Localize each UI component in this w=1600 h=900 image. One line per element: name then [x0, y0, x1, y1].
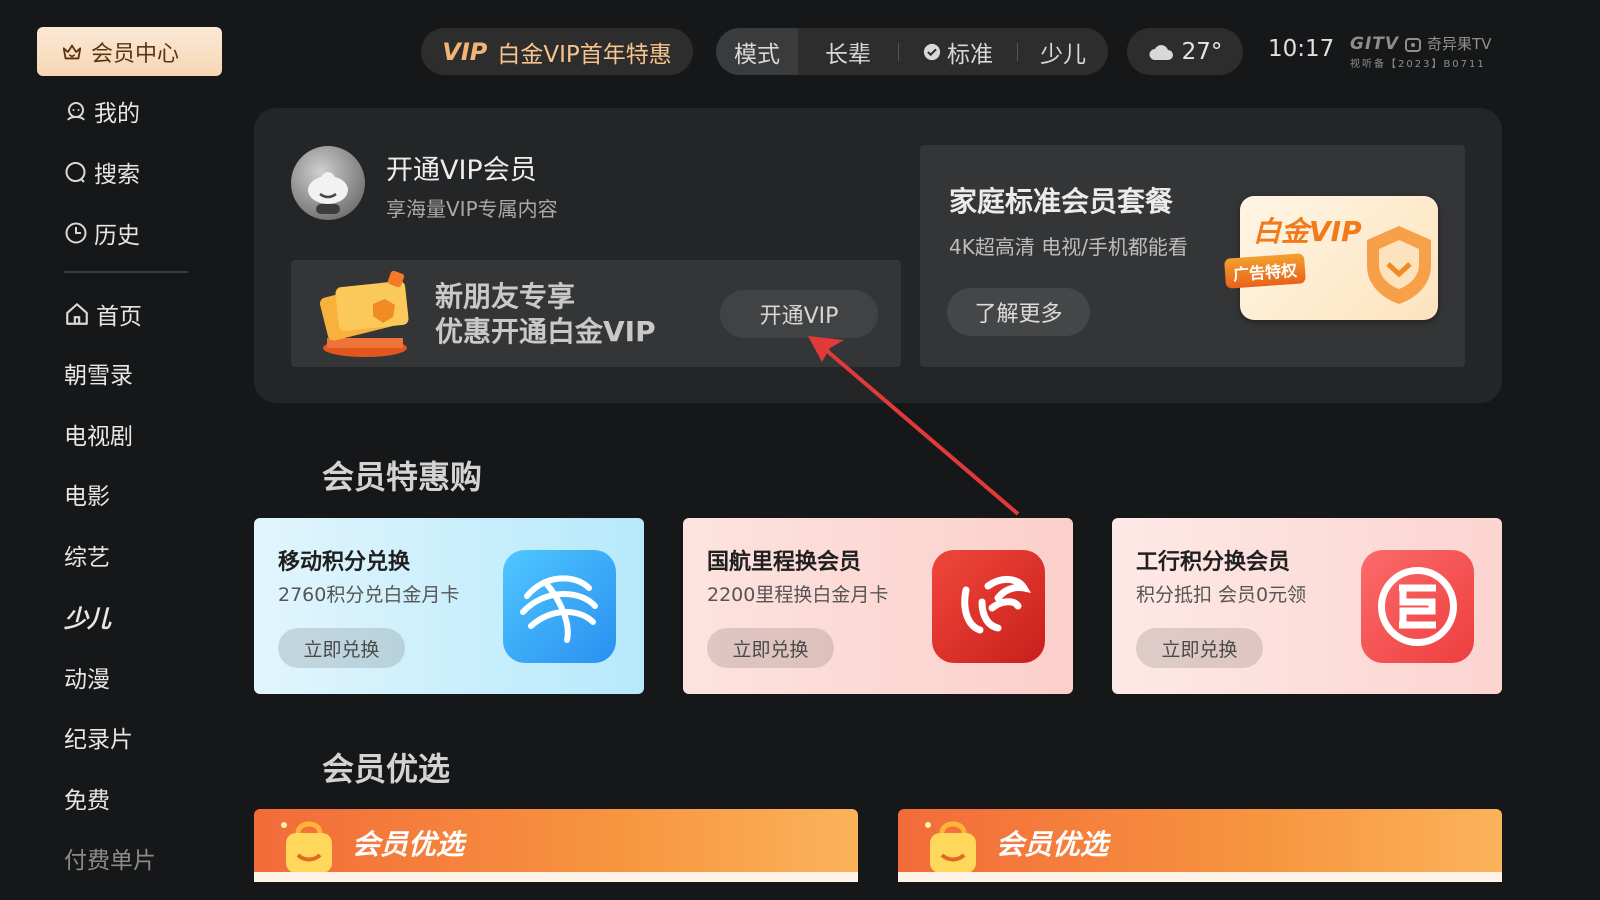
sidebar-item-search[interactable]: 搜索 — [64, 155, 140, 189]
family-plan-subtitle: 4K超高清 电视/手机都能看 — [949, 235, 1188, 259]
deal-title: 移动积分兑换 — [278, 550, 411, 575]
sidebar-item-label: 付费单片 — [64, 848, 156, 874]
member-picks-banner[interactable]: 会员优选 — [254, 809, 858, 882]
banner-content-edge — [898, 872, 1502, 882]
sidebar-item-label: 会员中心 — [91, 41, 180, 67]
vip-title: 开通VIP会员 — [386, 155, 537, 186]
brand-name: 奇异果TV — [1427, 35, 1492, 53]
deals-section-title: 会员特惠购 — [322, 458, 483, 496]
redeem-button[interactable]: 立即兑换 — [1136, 628, 1263, 668]
redeem-button[interactable]: 立即兑换 — [707, 628, 834, 668]
deal-title: 国航里程换会员 — [707, 550, 862, 575]
sidebar-item-mine[interactable]: 我的 — [64, 94, 140, 128]
deal-card-airchina[interactable]: 国航里程换会员 2200里程换白金月卡 立即兑换 — [683, 518, 1073, 694]
sidebar-item-movie[interactable]: 电影 — [64, 477, 110, 511]
sidebar-item-label: 朝雪录 — [64, 363, 133, 389]
ad-privilege-tag: 广告特权 — [1224, 253, 1306, 289]
sidebar-item-home[interactable]: 首页 — [64, 297, 142, 331]
vip-cards-illustration — [319, 270, 409, 357]
mode-kids[interactable]: 少儿 — [1018, 28, 1108, 75]
vip-badge: VIP — [442, 37, 488, 66]
vip-card-label: 白金VIP — [1253, 215, 1362, 248]
temperature: 27° — [1181, 38, 1223, 65]
china-mobile-logo — [503, 550, 616, 663]
sidebar-item-label: 首页 — [96, 304, 142, 330]
clock-time: 10:17 — [1268, 36, 1335, 62]
banner-content-edge — [254, 872, 858, 882]
gitv-logo: GITV — [1350, 33, 1400, 54]
promo-line-1: 新朋友专享 — [435, 280, 576, 313]
picks-section-title: 会员优选 — [322, 750, 451, 788]
sidebar-item-kids[interactable]: 少儿 — [64, 599, 111, 633]
cloud-icon — [1149, 44, 1173, 60]
member-picks-banner[interactable]: 会员优选 — [898, 809, 1502, 882]
banner-label: 会员优选 — [996, 828, 1109, 861]
weather-widget[interactable]: 27° — [1127, 28, 1243, 75]
deal-title: 工行积分换会员 — [1136, 550, 1291, 575]
vip-promo-text: 白金VIP首年特惠 — [497, 41, 672, 68]
search-icon — [65, 162, 86, 183]
sidebar-item-label: 少儿 — [64, 604, 111, 633]
sidebar-item-label: 综艺 — [64, 545, 110, 571]
mode-elder-label: 长辈 — [825, 41, 871, 68]
mode-standard-label: 标准 — [947, 41, 993, 68]
fruit-logo-icon — [1405, 37, 1422, 52]
learn-more-button[interactable]: 了解更多 — [947, 288, 1090, 336]
crown-icon — [62, 44, 82, 59]
check-circle-icon — [923, 43, 941, 60]
home-icon — [66, 303, 88, 325]
sidebar-item-label: 电视剧 — [64, 424, 133, 450]
platinum-vip-card-illustration: 白金VIP 广告特权 — [1224, 196, 1441, 324]
sidebar-item-label: 搜索 — [94, 162, 140, 188]
sidebar-item-paid[interactable]: 付费单片 — [64, 841, 156, 875]
sidebar-item-label: 电影 — [64, 484, 110, 510]
banner-label: 会员优选 — [352, 828, 465, 861]
sidebar-divider — [64, 271, 188, 273]
user-icon — [67, 102, 85, 121]
sidebar-item-anime[interactable]: 动漫 — [64, 660, 110, 694]
promo-text: 新朋友专享 优惠开通白金VIP — [435, 279, 656, 349]
sidebar-item-label: 动漫 — [64, 667, 110, 693]
vip-subtitle: 享海量VIP专属内容 — [386, 197, 558, 221]
sidebar-item-documentary[interactable]: 纪录片 — [64, 720, 133, 754]
deal-subtitle: 2760积分兑白金月卡 — [278, 584, 460, 606]
deal-card-icbc[interactable]: 工行积分换会员 积分抵扣 会员0元领 立即兑换 — [1112, 518, 1502, 694]
avatar — [291, 146, 365, 220]
deal-card-mobile[interactable]: 移动积分兑换 2760积分兑白金月卡 立即兑换 — [254, 518, 644, 694]
sidebar-item-history[interactable]: 历史 — [64, 216, 140, 250]
sidebar-item-series-feature[interactable]: 朝雪录 — [64, 356, 133, 390]
sidebar-item-label: 纪录片 — [64, 727, 133, 753]
sidebar-item-label: 免费 — [64, 788, 110, 814]
clock-icon — [65, 222, 87, 244]
mode-standard[interactable]: 标准 — [899, 28, 1017, 75]
open-vip-button[interactable]: 开通VIP — [720, 290, 878, 338]
vip-shield-icon — [1367, 226, 1431, 304]
sidebar-item-vip-center[interactable]: 会员中心 — [37, 27, 222, 76]
sidebar-item-free[interactable]: 免费 — [64, 781, 110, 815]
mode-label: 模式 — [716, 28, 798, 75]
license-number: 视听备【2023】B0711 — [1350, 59, 1486, 70]
sidebar-item-label: 我的 — [94, 101, 140, 127]
sidebar-item-tv[interactable]: 电视剧 — [64, 417, 133, 451]
promo-line-2: 优惠开通白金VIP — [435, 315, 656, 348]
mode-label-text: 模式 — [734, 41, 780, 68]
redeem-button[interactable]: 立即兑换 — [278, 628, 405, 668]
mode-switcher: 模式 长辈 标准 少儿 — [716, 28, 1108, 75]
brand-logo: GITV 奇异果TV 视听备【2023】B0711 — [1350, 33, 1492, 71]
sidebar-item-label: 历史 — [94, 223, 140, 249]
sidebar-item-variety[interactable]: 综艺 — [64, 538, 110, 572]
deal-subtitle: 积分抵扣 会员0元领 — [1136, 584, 1307, 606]
family-plan-title: 家庭标准会员套餐 — [949, 185, 1174, 218]
mode-elder[interactable]: 长辈 — [798, 28, 898, 75]
mode-kids-label: 少儿 — [1040, 41, 1086, 68]
air-china-logo — [932, 550, 1045, 663]
deal-subtitle: 2200里程换白金月卡 — [707, 584, 889, 606]
icbc-logo — [1361, 550, 1474, 663]
vip-promo-button[interactable]: VIP 白金VIP首年特惠 — [421, 28, 693, 75]
